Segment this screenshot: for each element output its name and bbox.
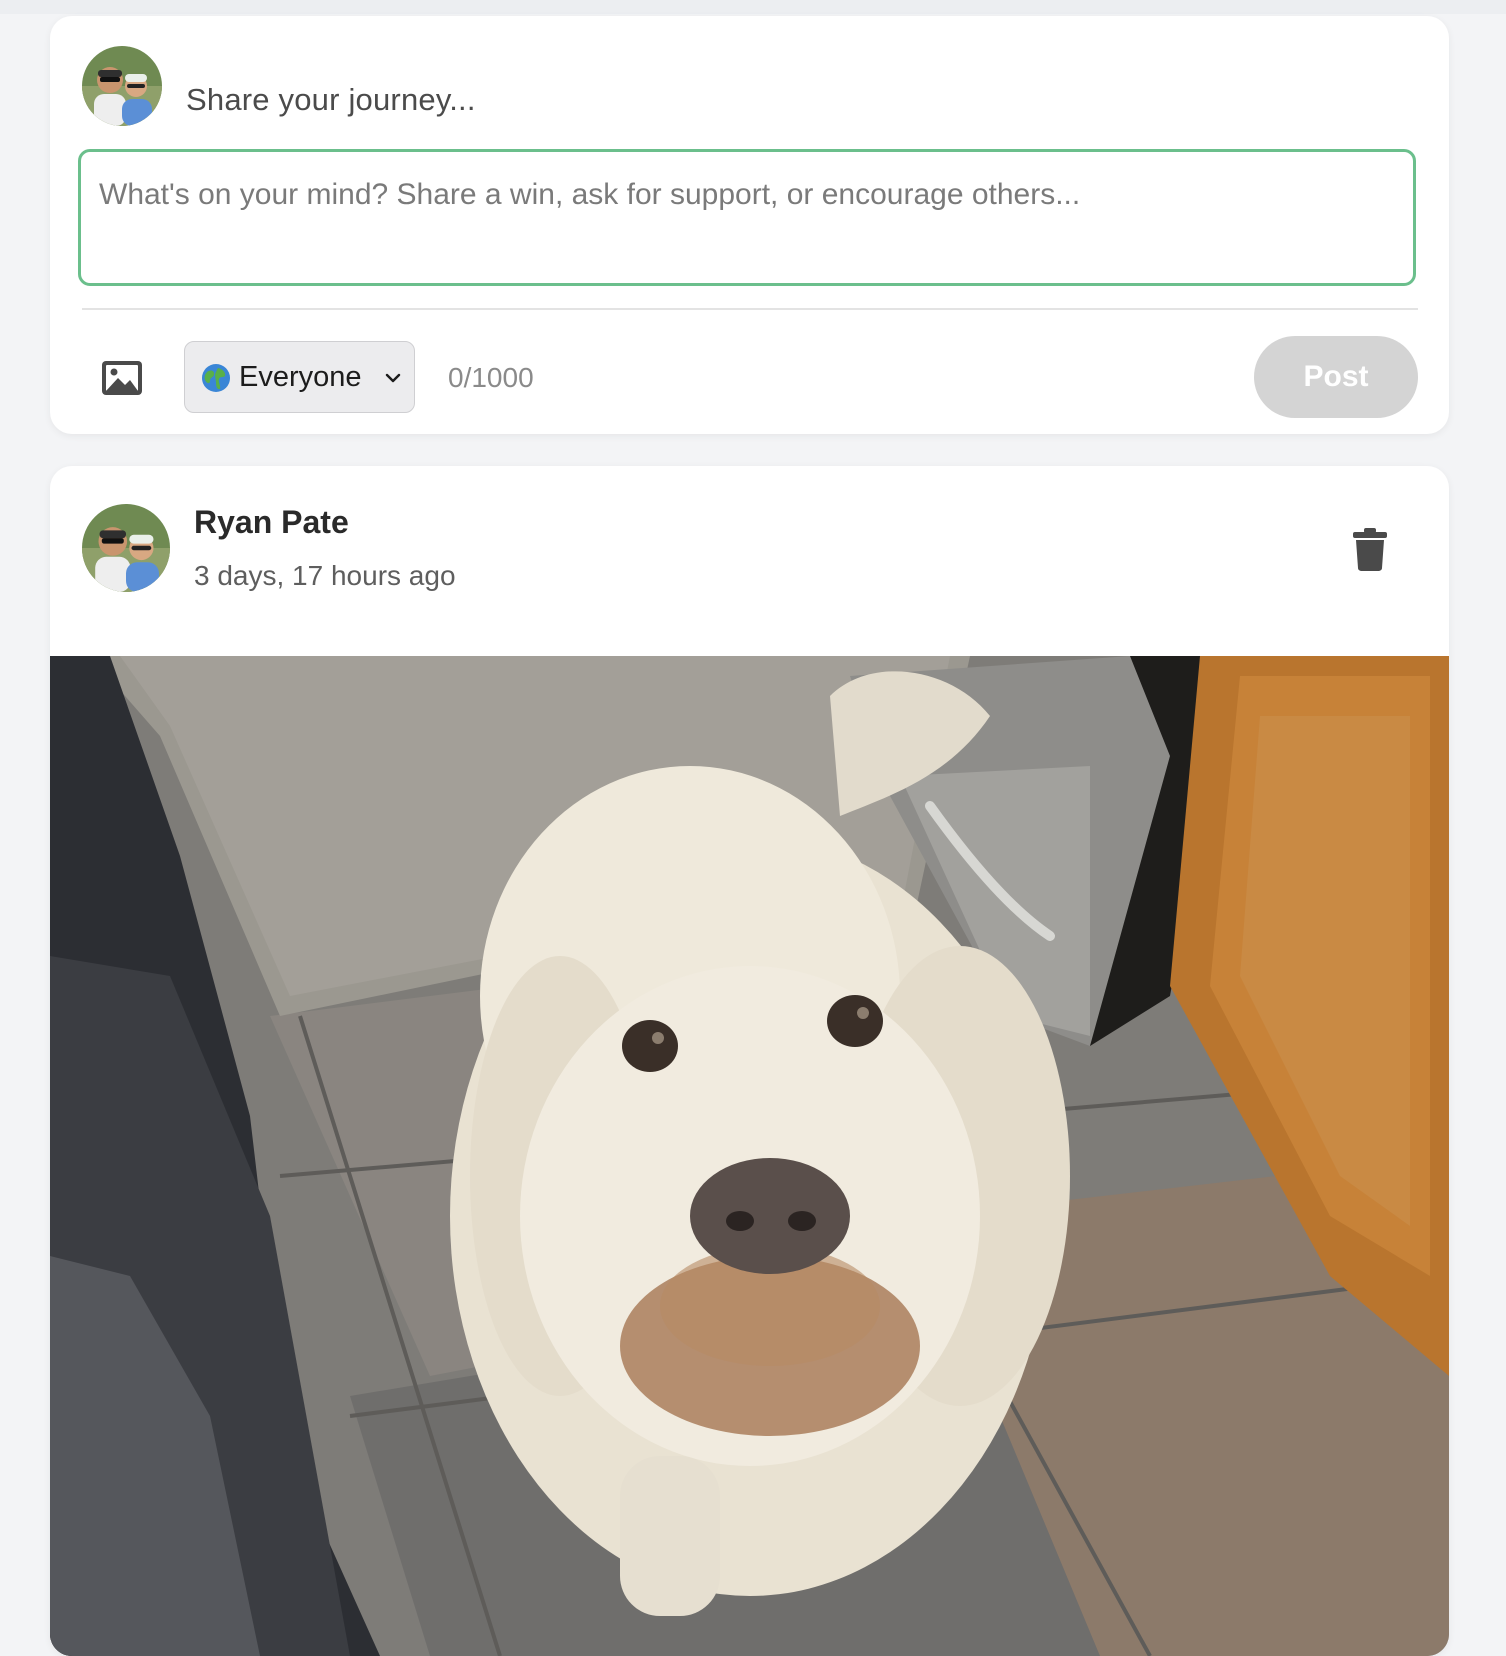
image-upload-button[interactable]: [100, 356, 144, 400]
post-composer-card: Share your journey... What's on your min…: [50, 16, 1449, 434]
audience-select[interactable]: Everyone: [184, 341, 415, 413]
avatar: [82, 46, 162, 126]
post-button[interactable]: Post: [1254, 336, 1418, 418]
image-icon: [102, 361, 142, 395]
page-top-strip: [0, 0, 1506, 14]
post-text-input[interactable]: What's on your mind? Share a win, ask fo…: [78, 149, 1416, 286]
trash-icon: [1353, 528, 1387, 571]
dog-photo: [50, 656, 1449, 1656]
post-timestamp: 3 days, 17 hours ago: [194, 560, 456, 591]
divider: [82, 308, 1418, 310]
chevron-down-icon: [385, 373, 401, 383]
author-avatar[interactable]: [82, 504, 170, 592]
post-author-name[interactable]: Ryan Pate: [194, 504, 349, 541]
post-photo[interactable]: [50, 656, 1449, 1656]
avatar-photo: [82, 46, 162, 126]
character-counter: 0/1000: [448, 362, 534, 393]
composer-heading: Share your journey...: [186, 82, 476, 117]
globe-icon: [202, 364, 230, 392]
feed-post-card: Ryan Pate 3 days, 17 hours ago: [50, 466, 1449, 1656]
avatar-photo: [82, 504, 170, 592]
delete-post-button[interactable]: [1350, 526, 1390, 572]
audience-selected-value: Everyone: [239, 361, 362, 393]
